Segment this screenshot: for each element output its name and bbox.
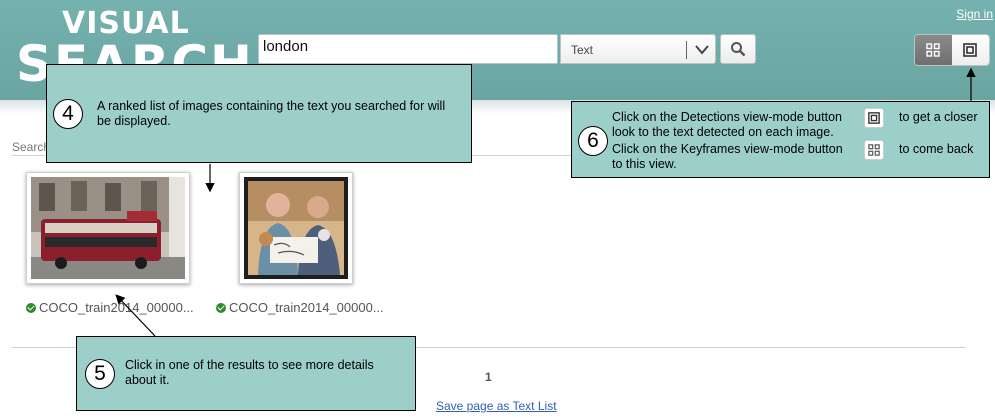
annotation-arrows <box>115 67 976 337</box>
arrow-callout-5 <box>115 294 156 337</box>
